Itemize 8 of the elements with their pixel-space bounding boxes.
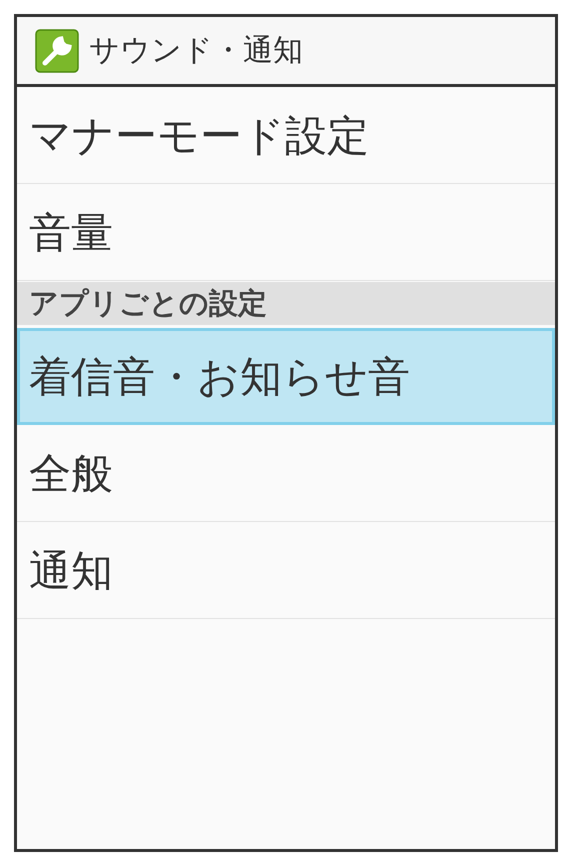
menu-item[interactable]: 通知 [17,522,555,619]
screen-title: サウンド・通知 [89,32,303,70]
menu-item[interactable]: 全般 [17,425,555,522]
menu-item[interactable]: 音量 [17,184,555,281]
wrench-icon [35,28,79,72]
menu-item[interactable]: 着信音・お知らせ音 [17,328,555,425]
menu-item[interactable]: マナーモード設定 [17,87,555,184]
section-header: アプリごとの設定 [17,282,555,325]
